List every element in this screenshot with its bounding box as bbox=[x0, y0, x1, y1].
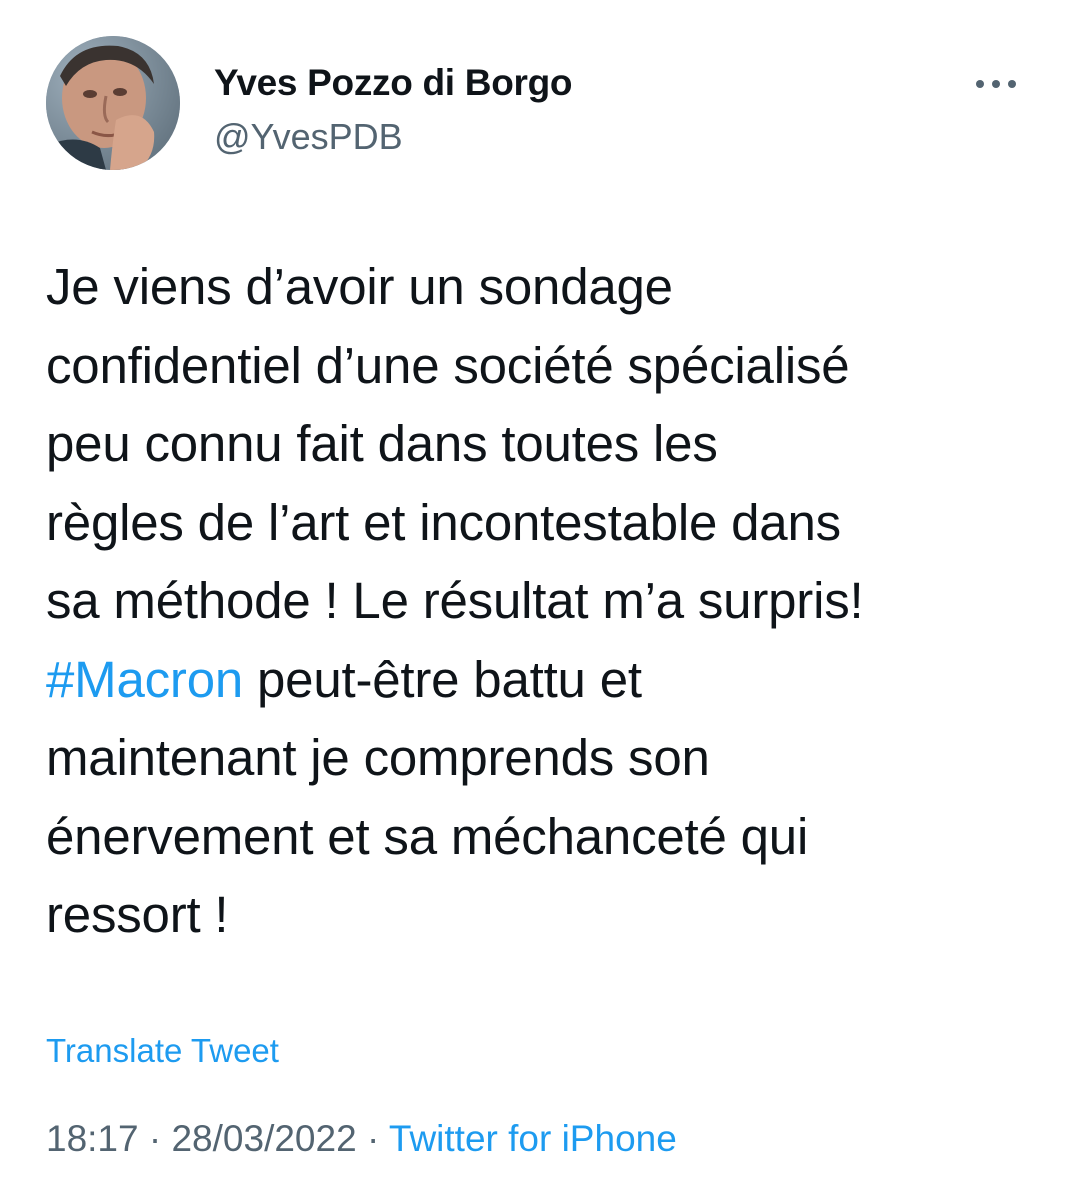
author-handle[interactable]: @YvesPDB bbox=[214, 116, 403, 158]
tweet-source-link[interactable]: Twitter for iPhone bbox=[389, 1118, 677, 1159]
profile-photo bbox=[46, 36, 180, 170]
tweet-line-rest: peut-être battu et bbox=[243, 650, 642, 708]
meta-separator: · bbox=[356, 1118, 389, 1159]
tweet-text: Je viens d’avoir un sondage confidentiel… bbox=[46, 248, 1046, 955]
more-button[interactable] bbox=[968, 66, 1024, 102]
tweet: Yves Pozzo di Borgo @YvesPDB Je viens d’… bbox=[0, 0, 1067, 1200]
translate-tweet-link[interactable]: Translate Tweet bbox=[46, 1032, 279, 1070]
avatar[interactable] bbox=[46, 36, 180, 170]
tweet-line-hashtag: #Macron peut-être battu et bbox=[46, 641, 1046, 720]
tweet-line: règles de l’art et incontestable dans bbox=[46, 493, 841, 551]
tweet-line: Je viens d’avoir un sondage bbox=[46, 258, 673, 315]
meta-separator: · bbox=[138, 1118, 172, 1159]
tweet-line: ressort ! bbox=[46, 886, 229, 943]
more-horizontal-icon bbox=[976, 80, 1016, 88]
tweet-line: énervement et sa méchanceté qui bbox=[46, 807, 809, 865]
tweet-line: confidentiel d’une société spécialisé bbox=[46, 336, 850, 394]
tweet-meta: 18:17 · 28/03/2022 · Twitter for iPhone bbox=[46, 1118, 677, 1160]
author-name[interactable]: Yves Pozzo di Borgo bbox=[214, 62, 573, 104]
tweet-line: peu connu fait dans toutes les bbox=[46, 415, 718, 472]
tweet-time[interactable]: 18:17 bbox=[46, 1118, 139, 1159]
hashtag-link[interactable]: #Macron bbox=[46, 651, 243, 708]
tweet-line: sa méthode ! Le résultat m’a surpris! bbox=[46, 572, 864, 629]
tweet-line: maintenant je comprends son bbox=[46, 729, 710, 786]
tweet-date[interactable]: 28/03/2022 bbox=[171, 1118, 356, 1159]
